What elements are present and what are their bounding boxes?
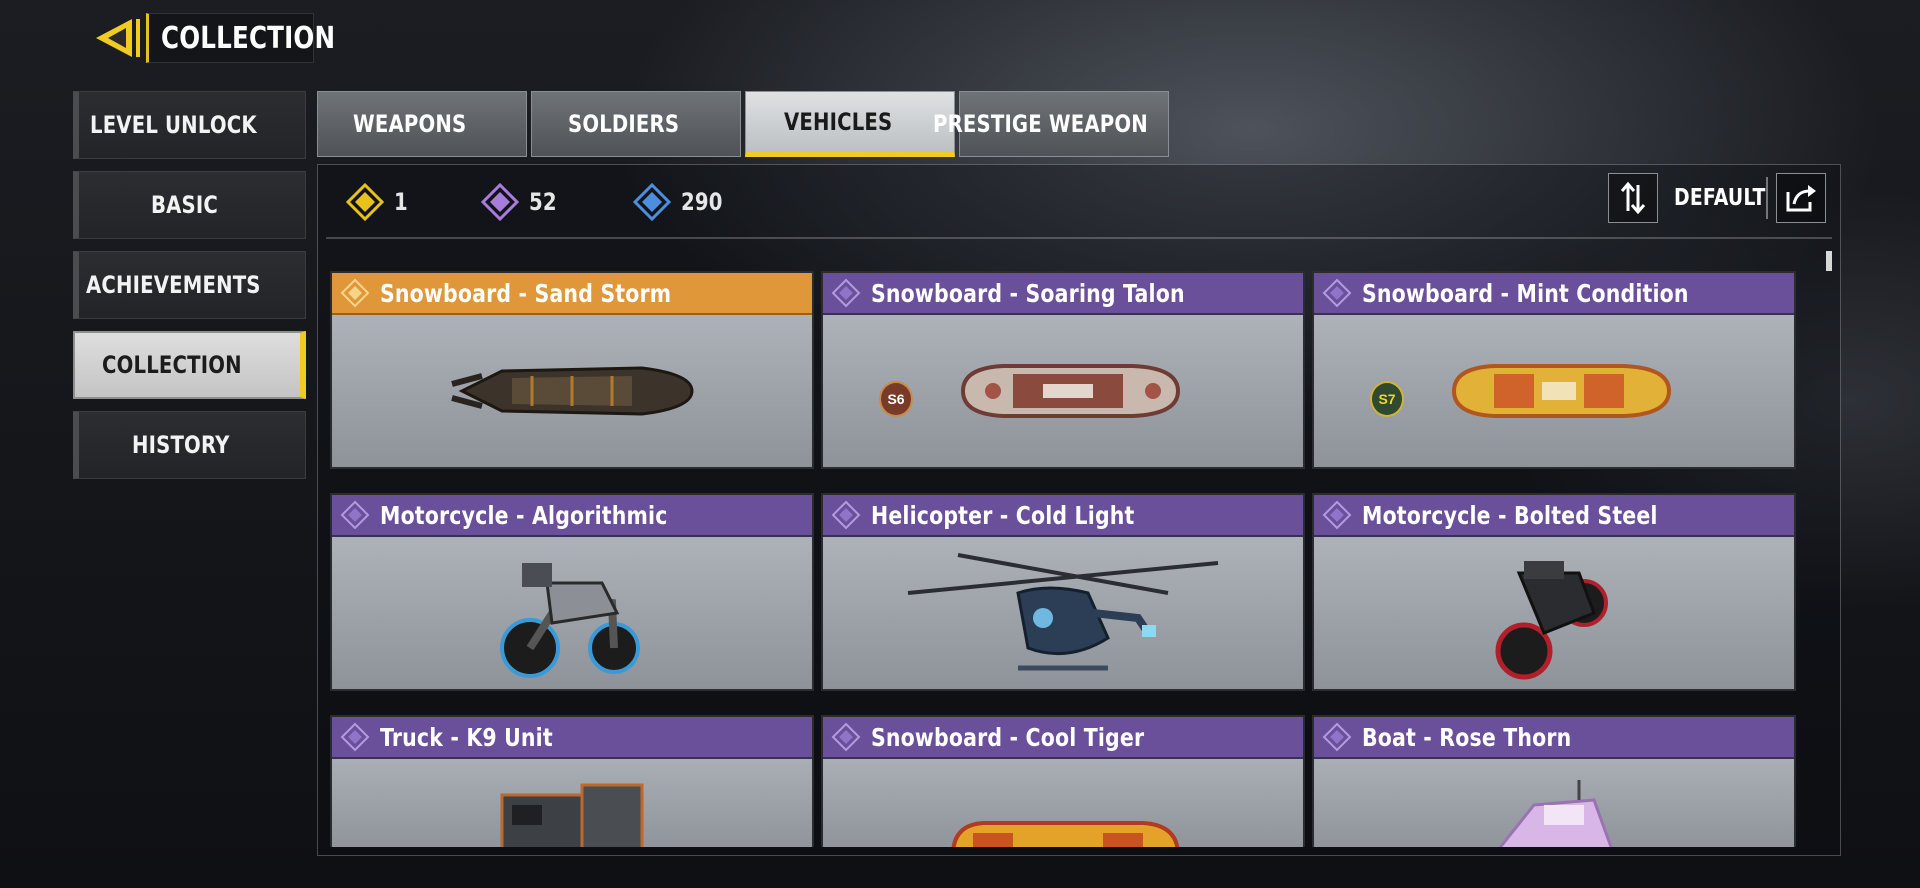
epic-diamond-icon xyxy=(831,722,861,752)
card-title: Helicopter - Cold Light xyxy=(871,500,1135,530)
snowboard-image xyxy=(823,759,1303,847)
vehicle-card[interactable]: Snowboard - Soaring Talon S6 xyxy=(821,271,1305,469)
epic-diamond-icon xyxy=(1322,500,1352,530)
tab-label: SOLDIERS xyxy=(568,110,680,138)
helicopter-image xyxy=(823,537,1303,689)
sort-label[interactable]: DEFAULT xyxy=(1674,173,1786,223)
tab-weapons[interactable]: WEAPONS xyxy=(317,91,527,157)
share-icon xyxy=(1786,185,1816,212)
card-title: Truck - K9 Unit xyxy=(380,722,553,752)
card-title: Snowboard - Cool Tiger xyxy=(871,722,1145,752)
season-badge: S7 xyxy=(1370,381,1404,417)
vehicle-card[interactable]: Snowboard - Cool Tiger xyxy=(821,715,1305,847)
share-button[interactable] xyxy=(1776,173,1826,223)
card-header: Boat - Rose Thorn xyxy=(1314,717,1794,759)
sidebar-item-history[interactable]: HISTORY xyxy=(73,411,306,479)
card-header: Snowboard - Soaring Talon xyxy=(823,273,1303,315)
rarity-counts: 1 52 290 xyxy=(346,177,801,227)
card-header: Motorcycle - Algorithmic xyxy=(332,495,812,537)
vehicle-card[interactable]: Helicopter - Cold Light xyxy=(821,493,1305,691)
legendary-diamond-icon xyxy=(340,278,370,308)
card-title: Motorcycle - Bolted Steel xyxy=(1362,500,1658,530)
back-button[interactable] xyxy=(90,13,144,63)
motorcycle-image xyxy=(1314,537,1794,689)
scrollbar-thumb[interactable] xyxy=(1826,251,1832,271)
vehicle-card[interactable]: Snowboard - Mint Condition S7 xyxy=(1312,271,1796,469)
tab-soldiers[interactable]: SOLDIERS xyxy=(531,91,741,157)
epic-diamond-icon xyxy=(340,722,370,752)
vehicle-card[interactable]: Motorcycle - Bolted Steel xyxy=(1312,493,1796,691)
epic-diamond-icon xyxy=(1322,722,1352,752)
card-title: Snowboard - Soaring Talon xyxy=(871,278,1185,308)
header-divider xyxy=(326,237,1832,239)
sidebar-item-label: ACHIEVEMENTS xyxy=(85,271,261,299)
sidebar-item-level-unlock[interactable]: LEVEL UNLOCK xyxy=(73,91,306,159)
card-title: Motorcycle - Algorithmic xyxy=(380,500,668,530)
sort-icon xyxy=(1620,181,1646,215)
legendary-diamond-icon xyxy=(346,183,384,221)
sidebar-item-label: LEVEL UNLOCK xyxy=(90,111,258,139)
card-header: Motorcycle - Bolted Steel xyxy=(1314,495,1794,537)
season-badge: S6 xyxy=(879,381,913,417)
vehicle-card[interactable]: Motorcycle - Algorithmic xyxy=(330,493,814,691)
epic-count: 52 xyxy=(480,183,563,221)
sidebar-item-collection[interactable]: COLLECTION xyxy=(73,331,306,399)
vehicle-card[interactable]: Snowboard - Sand Storm xyxy=(330,271,814,469)
card-title: Boat - Rose Thorn xyxy=(1362,722,1572,752)
tab-vehicles[interactable]: VEHICLES xyxy=(745,91,955,157)
sidebar-item-basic[interactable]: BASIC xyxy=(73,171,306,239)
card-header: Helicopter - Cold Light xyxy=(823,495,1303,537)
legendary-count: 1 xyxy=(346,183,411,221)
collection-panel: 1 52 290 DEFAULT Snowboard - Sand Storm … xyxy=(317,164,1841,856)
tab-label: WEAPONS xyxy=(352,110,467,138)
sidebar: LEVEL UNLOCK BASIC ACHIEVEMENTS COLLECTI… xyxy=(73,91,306,491)
card-title: Snowboard - Mint Condition xyxy=(1362,278,1689,308)
truck-image xyxy=(332,759,812,847)
card-title: Snowboard - Sand Storm xyxy=(380,278,672,308)
scrollbar[interactable] xyxy=(1826,251,1832,846)
epic-diamond-icon xyxy=(480,183,519,221)
tab-label: VEHICLES xyxy=(783,108,893,136)
vehicle-grid: Snowboard - Sand Storm Snowboard - Soari… xyxy=(330,271,1820,847)
snowboard-image xyxy=(332,315,812,467)
epic-diamond-icon xyxy=(1322,278,1352,308)
card-header: Truck - K9 Unit xyxy=(332,717,812,759)
vehicle-card[interactable]: Boat - Rose Thorn xyxy=(1312,715,1796,847)
category-tabs: WEAPONS SOLDIERS VEHICLES PRESTIGE WEAPO… xyxy=(317,91,1169,157)
sidebar-item-label: HISTORY xyxy=(132,431,231,459)
sidebar-item-label: BASIC xyxy=(151,191,219,219)
epic-diamond-icon xyxy=(340,500,370,530)
page-title: COLLECTION xyxy=(146,13,335,63)
sort-button[interactable] xyxy=(1608,173,1658,223)
tab-label: PRESTIGE WEAPON xyxy=(932,110,1148,138)
divider xyxy=(1766,177,1768,219)
vehicle-card[interactable]: Truck - K9 Unit xyxy=(330,715,814,847)
card-header: Snowboard - Cool Tiger xyxy=(823,717,1303,759)
card-header: Snowboard - Mint Condition xyxy=(1314,273,1794,315)
sidebar-item-achievements[interactable]: ACHIEVEMENTS xyxy=(73,251,306,319)
boat-image xyxy=(1314,759,1794,847)
back-arrow-icon xyxy=(96,19,140,57)
tab-prestige-weapon[interactable]: PRESTIGE WEAPON xyxy=(933,91,1169,157)
sidebar-item-label: COLLECTION xyxy=(102,351,243,379)
rare-count: 290 xyxy=(632,183,732,221)
motorcycle-image xyxy=(332,537,812,689)
rare-diamond-icon xyxy=(632,183,671,221)
epic-diamond-icon xyxy=(831,278,861,308)
card-header: Snowboard - Sand Storm xyxy=(332,273,812,315)
epic-diamond-icon xyxy=(831,500,861,530)
